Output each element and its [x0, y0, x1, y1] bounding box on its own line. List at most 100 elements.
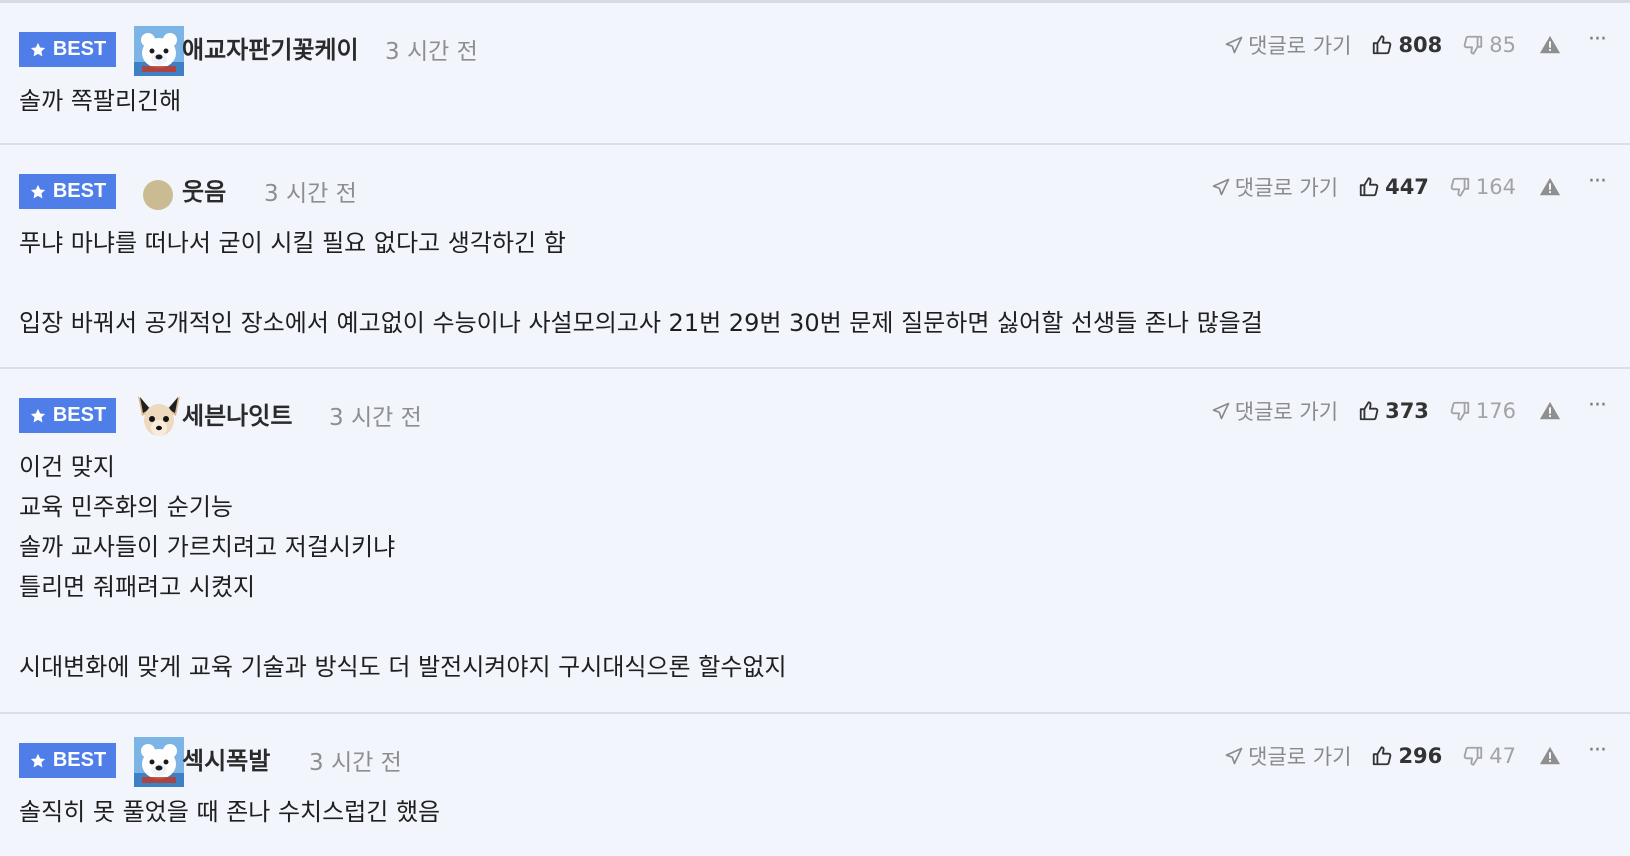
best-badge: BEST [19, 174, 116, 209]
nickname[interactable]: 웃음 [182, 172, 226, 207]
report-button[interactable] [1538, 34, 1562, 56]
best-badge: BEST [19, 743, 116, 778]
comment-line: 입장 바꿔서 공개적인 장소에서 예고없이 수능이나 사설모의고사 21번 29… [19, 309, 1263, 337]
comment-body: 이건 맞지 교육 민주화의 순기능 솔까 교사들이 가르치려고 저걸시키냐 틀리… [19, 447, 1606, 687]
dislike-count: 85 [1489, 33, 1517, 57]
comment-line: 이건 맞지 [19, 453, 115, 481]
comment-line: 시대변화에 맞게 교육 기술과 방식도 더 발전시켜야지 구시대식으론 할수없지 [19, 653, 787, 681]
comment-header: BEST 애교자판기꽃케이 3 시간 전 댓글로 가기 808 85 ··· [19, 23, 1607, 76]
thumbs-down-icon [1449, 400, 1471, 422]
like-button[interactable]: 296 [1371, 744, 1442, 768]
like-count: 373 [1385, 399, 1429, 423]
reply-link[interactable]: 댓글로 가기 [1211, 172, 1338, 202]
thumbs-up-icon [1371, 34, 1393, 56]
nickname[interactable]: 섹시폭발 [182, 741, 270, 776]
timestamp: 3 시간 전 [264, 181, 357, 207]
comment-header: BEST 세븐나잇트 3 시간 전 댓글로 가기 373 176 ··· [19, 389, 1607, 442]
best-label: BEST [52, 180, 107, 202]
report-button[interactable] [1538, 176, 1562, 198]
comment-body: 솔까 쪽팔리긴해 [19, 81, 1606, 121]
reply-link[interactable]: 댓글로 가기 [1211, 396, 1338, 426]
nickname[interactable]: 세븐나잇트 [182, 396, 292, 431]
reply-label: 댓글로 가기 [1248, 745, 1352, 769]
best-badge: BEST [19, 32, 116, 67]
warning-icon [1538, 176, 1562, 198]
timestamp: 3 시간 전 [385, 39, 478, 65]
thumbs-up-icon [1358, 176, 1380, 198]
comment-line: 솔까 쪽팔리긴해 [19, 87, 182, 115]
dislike-button[interactable]: 164 [1449, 175, 1516, 199]
best-label: BEST [52, 749, 107, 771]
comment-line: 솔직히 못 풀었을 때 존나 수치스럽긴 했음 [19, 798, 441, 826]
comment-item: BEST 웃음 3 시간 전 댓글로 가기 447 164 ··· 푸냐 마냐를… [0, 145, 1630, 369]
like-button[interactable]: 808 [1371, 33, 1442, 57]
comment-line: 솔까 교사들이 가르치려고 저걸시키냐 [19, 533, 396, 561]
like-button[interactable]: 447 [1358, 175, 1429, 199]
dislike-count: 176 [1475, 399, 1517, 423]
star-icon [29, 752, 47, 770]
send-icon [1211, 401, 1231, 421]
dislike-button[interactable]: 176 [1449, 399, 1516, 423]
comment-list: BEST 애교자판기꽃케이 3 시간 전 댓글로 가기 808 85 ··· 솔… [0, 3, 1630, 856]
comment-item: BEST 섹시폭발 3 시간 전 댓글로 가기 296 47 ··· 솔직히 못… [0, 714, 1630, 856]
warning-icon [1538, 34, 1562, 56]
reply-label: 댓글로 가기 [1248, 34, 1352, 58]
reply-label: 댓글로 가기 [1234, 176, 1339, 200]
send-icon [1211, 177, 1231, 197]
nickname[interactable]: 애교자판기꽃케이 [182, 30, 359, 65]
comment-line [19, 607, 1606, 647]
dislike-count: 47 [1489, 744, 1517, 768]
best-label: BEST [52, 38, 107, 60]
report-button[interactable] [1538, 400, 1562, 422]
like-button[interactable]: 373 [1358, 399, 1429, 423]
thumbs-up-icon [1358, 400, 1380, 422]
dislike-button[interactable]: 85 [1462, 33, 1516, 57]
comment-line [19, 263, 1606, 303]
like-count: 296 [1398, 744, 1443, 768]
best-badge: BEST [19, 398, 116, 433]
reply-link[interactable]: 댓글로 가기 [1224, 30, 1351, 60]
reply-link[interactable]: 댓글로 가기 [1224, 741, 1351, 771]
send-icon [1224, 746, 1244, 766]
star-icon [29, 41, 47, 59]
more-options-button[interactable]: ··· [1588, 29, 1607, 61]
default-dot-avatar[interactable] [142, 179, 174, 211]
more-options-button[interactable]: ··· [1588, 395, 1607, 427]
comment-line: 교육 민주화의 순기능 [19, 493, 233, 521]
like-count: 447 [1385, 175, 1429, 199]
thumbs-down-icon [1449, 176, 1471, 198]
best-label: BEST [52, 404, 107, 426]
reply-label: 댓글로 가기 [1234, 400, 1339, 424]
like-count: 808 [1398, 33, 1443, 57]
polar-bear-avatar[interactable] [134, 26, 184, 76]
chihuahua-avatar[interactable] [134, 392, 184, 442]
comment-body: 솔직히 못 풀었을 때 존나 수치스럽긴 했음 [19, 792, 1606, 832]
more-options-button[interactable]: ··· [1588, 171, 1607, 203]
dislike-button[interactable]: 47 [1462, 744, 1516, 768]
more-options-button[interactable]: ··· [1588, 740, 1607, 772]
comment-line: 틀리면 줘패려고 시켰지 [19, 573, 256, 601]
thumbs-down-icon [1462, 34, 1484, 56]
comment-item: BEST 애교자판기꽃케이 3 시간 전 댓글로 가기 808 85 ··· 솔… [0, 3, 1630, 145]
warning-icon [1538, 745, 1562, 767]
comment-header: BEST 웃음 3 시간 전 댓글로 가기 447 164 ··· [19, 165, 1607, 215]
thumbs-down-icon [1462, 745, 1484, 767]
timestamp: 3 시간 전 [329, 405, 422, 431]
comment-line: 푸냐 마냐를 떠나서 굳이 시킬 필요 없다고 생각하긴 함 [19, 229, 566, 257]
comment-item: BEST 세븐나잇트 3 시간 전 댓글로 가기 373 176 ··· 이건 … [0, 369, 1630, 714]
comment-actions: 댓글로 가기 296 47 ··· [1224, 738, 1607, 774]
star-icon [29, 407, 47, 425]
polar-bear-avatar[interactable] [134, 737, 184, 787]
comment-actions: 댓글로 가기 447 164 ··· [1211, 169, 1607, 205]
comment-body: 푸냐 마냐를 떠나서 굳이 시킬 필요 없다고 생각하긴 함 입장 바꿔서 공개… [19, 223, 1606, 343]
comment-actions: 댓글로 가기 808 85 ··· [1224, 27, 1607, 63]
dislike-count: 164 [1475, 175, 1517, 199]
warning-icon [1538, 400, 1562, 422]
send-icon [1224, 35, 1244, 55]
comment-actions: 댓글로 가기 373 176 ··· [1211, 393, 1607, 429]
report-button[interactable] [1538, 745, 1562, 767]
star-icon [29, 183, 47, 201]
timestamp: 3 시간 전 [309, 750, 402, 776]
thumbs-up-icon [1371, 745, 1393, 767]
comment-header: BEST 섹시폭발 3 시간 전 댓글로 가기 296 47 ··· [19, 734, 1607, 787]
